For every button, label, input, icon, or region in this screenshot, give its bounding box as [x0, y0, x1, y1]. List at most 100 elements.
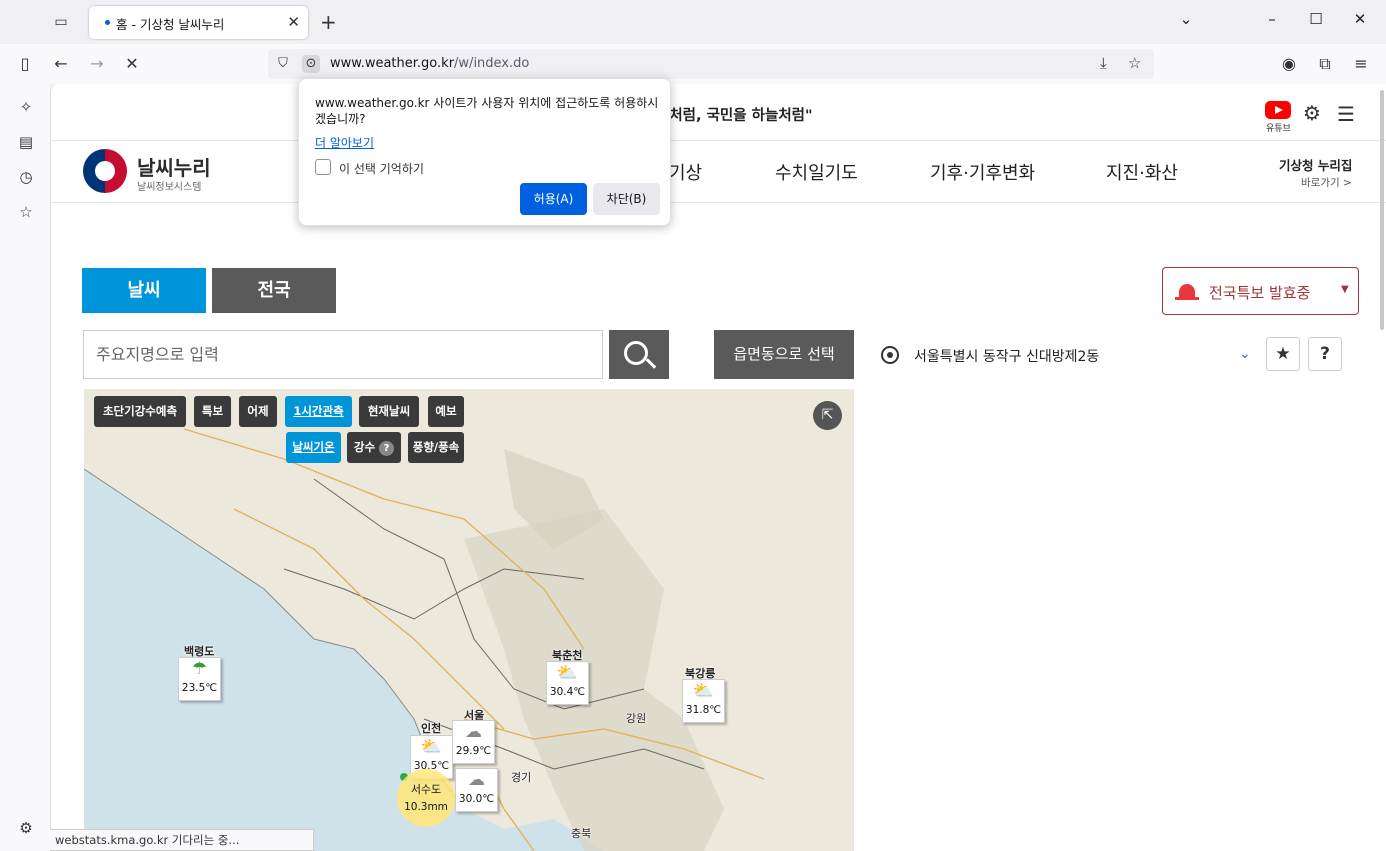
maximize-icon[interactable]: ☐ — [1306, 10, 1326, 28]
minimize-icon[interactable]: – — [1262, 10, 1282, 28]
new-tab-icon[interactable]: + — [320, 10, 337, 34]
search-button[interactable] — [609, 330, 669, 379]
youtube-label[interactable]: 유튜브 — [1266, 121, 1291, 134]
block-button[interactable]: 차단(B) — [593, 183, 660, 215]
map-chip-forecast[interactable]: 예보 — [428, 396, 464, 427]
kma-homepage-link[interactable]: 기상청 누리집 — [1279, 155, 1352, 174]
slogan: 구처럼, 국민을 하늘처럼" — [656, 108, 813, 124]
sun-cloud-icon: ⛅ — [556, 663, 579, 683]
top-strip: 구처럼, 국민을 하늘처럼" 유튜브 ⚙ ☰ — [51, 84, 1386, 141]
kma-logo-icon[interactable] — [83, 149, 127, 193]
close-window-icon[interactable]: ✕ — [1350, 10, 1370, 28]
web-page: 구처럼, 국민을 하늘처럼" 유튜브 ⚙ ☰ 날씨누리 날씨정보시스템 기상 수… — [50, 84, 1386, 851]
url-bar[interactable]: ⛉ ⊙ www.weather.go.kr/w/index.do ⤓ ☆ — [268, 49, 1154, 79]
main-nav: 날씨누리 날씨정보시스템 기상 수치일기도 기후·기후변화 지진·화산 기상청 … — [51, 141, 1386, 203]
umbrella-icon: ☂ — [191, 659, 208, 679]
tab-list-icon[interactable]: ▭ — [50, 11, 72, 33]
caret-down-icon: ▼ — [1341, 284, 1349, 295]
back-icon[interactable]: ← — [50, 53, 72, 75]
url-text[interactable]: www.weather.go.kr/w/index.do — [330, 56, 529, 71]
expand-map-icon[interactable]: ⇱ — [813, 401, 842, 430]
cloud-icon: ☁ — [468, 770, 485, 790]
kma-homepage-sub[interactable]: 바로가기 > — [1301, 175, 1352, 190]
siren-icon — [1175, 280, 1199, 300]
synced-tabs-icon[interactable]: ▤ — [16, 133, 36, 153]
loading-dot-icon — [105, 20, 110, 25]
page-scrollbar[interactable] — [1380, 90, 1384, 330]
allow-button[interactable]: 허용(A) — [520, 183, 587, 215]
bookmark-star-icon[interactable]: ☆ — [1128, 54, 1141, 72]
search-field[interactable] — [83, 330, 603, 379]
remember-checkbox[interactable] — [315, 159, 331, 175]
map-chip-yesterday[interactable]: 어제 — [239, 396, 277, 427]
weather-card[interactable]: ⛅ 30.4℃ — [546, 661, 589, 705]
browser-tabbar: ▭ 홈 - 기상청 날씨누리 ✕ + ⌄ – ☐ ✕ — [0, 0, 1386, 44]
forward-icon[interactable]: → — [86, 53, 108, 75]
nav-item-weather[interactable]: 기상 — [669, 159, 702, 185]
location-permission-popup: www.weather.go.kr 사이트가 사용자 위치에 접근하도록 허용하… — [298, 78, 671, 226]
map-chip-hourly-obs[interactable]: 1시간관측 — [285, 396, 352, 427]
tab-title: 홈 - 기상청 날씨누리 — [116, 17, 225, 32]
nav-item-earthquake[interactable]: 지진·화산 — [1106, 159, 1178, 185]
current-location-icon[interactable] — [881, 346, 899, 364]
browser-sidebar: ✧ ▤ ◷ ☆ ⚙ — [0, 84, 50, 851]
map-chip-current[interactable]: 현재날씨 — [359, 396, 419, 427]
map-chip-warning[interactable]: 특보 — [194, 396, 231, 427]
weather-map[interactable]: 초단기강수예측 특보 어제 1시간관측 현재날씨 예보 날씨기온 강수? 풍향/… — [84, 389, 854, 851]
close-tab-icon[interactable]: ✕ — [287, 13, 300, 31]
nav-item-climate[interactable]: 기후·기후변화 — [930, 159, 1035, 185]
weather-card[interactable]: ☁ 29.9℃ — [452, 720, 495, 764]
select-dong-button[interactable]: 읍면동으로 선택 — [714, 330, 854, 379]
place-label: 충북 — [571, 827, 592, 840]
map-chip-temperature[interactable]: 날씨기온 — [286, 432, 341, 463]
bookmarks-icon[interactable]: ☆ — [16, 203, 36, 223]
tab-weather[interactable]: 날씨 — [82, 268, 206, 313]
help-button[interactable]: ? — [1308, 337, 1342, 371]
place-label: 강원 — [626, 712, 647, 725]
download-icon[interactable]: ⤓ — [1100, 54, 1107, 72]
place-label: 경기 — [511, 771, 532, 784]
hamburger-menu-icon[interactable]: ☰ — [1337, 102, 1355, 126]
tracking-shield-icon[interactable]: ⛉ — [274, 55, 292, 73]
history-icon[interactable]: ◷ — [16, 168, 36, 188]
search-icon — [624, 341, 648, 365]
nav-item-nwp[interactable]: 수치일기도 — [775, 159, 858, 185]
location-text[interactable]: 서울특별시 동작구 신대방제2동 — [914, 346, 1099, 366]
favorite-star-icon[interactable]: ★ — [1266, 337, 1300, 371]
logo-subtitle: 날씨정보시스템 — [137, 182, 202, 193]
sun-cloud-icon: ⛅ — [692, 681, 715, 701]
weather-card[interactable]: ⛅ 31.8℃ — [682, 679, 725, 723]
logo-title[interactable]: 날씨누리 — [137, 152, 211, 181]
location-chevron-icon[interactable]: ⌄ — [1239, 346, 1251, 362]
location-permission-icon[interactable]: ⊙ — [302, 55, 320, 73]
status-bar: webstats.kma.go.kr 기다리는 중... — [50, 829, 314, 851]
map-chip-nowcast[interactable]: 초단기강수예측 — [94, 396, 186, 427]
map-chip-wind[interactable]: 풍향/풍속 — [408, 432, 464, 463]
settings-gear-icon[interactable]: ⚙ — [1303, 101, 1321, 125]
browser-navbar: ▯ ← → ✕ ⛉ ⊙ www.weather.go.kr/w/index.do… — [0, 44, 1386, 84]
national-warning-button[interactable]: 전국특보 발효중 ▼ — [1162, 267, 1359, 315]
wave-marker[interactable]: 서수도 10.3mm — [397, 769, 455, 827]
remember-label[interactable]: 이 선택 기억하기 — [339, 160, 424, 177]
tab-national[interactable]: 전국 — [212, 268, 336, 313]
permission-message: www.weather.go.kr 사이트가 사용자 위치에 접근하도록 허용하… — [315, 96, 659, 126]
weather-card[interactable]: ☂ 23.5℃ — [178, 657, 221, 701]
tab-overflow-chevron-icon[interactable]: ⌄ — [1176, 10, 1196, 28]
map-chip-precip[interactable]: 강수? — [347, 432, 401, 463]
place-label: 인천 — [421, 722, 442, 735]
sun-cloud-icon: ⛅ — [420, 737, 443, 757]
sidebar-settings-icon[interactable]: ⚙ — [16, 819, 36, 839]
extensions-icon[interactable]: ⧉ — [1314, 53, 1336, 75]
ai-chat-icon[interactable]: ✧ — [16, 98, 36, 118]
stop-loading-icon[interactable]: ✕ — [121, 53, 143, 75]
browser-tab-active[interactable]: 홈 - 기상청 날씨누리 ✕ — [89, 6, 308, 39]
youtube-icon[interactable] — [1265, 101, 1291, 119]
weather-card[interactable]: ☁ 30.0℃ — [455, 768, 498, 812]
app-menu-icon[interactable]: ≡ — [1350, 53, 1372, 75]
learn-more-link[interactable]: 더 알아보기 — [315, 134, 374, 151]
help-icon[interactable]: ? — [379, 441, 395, 456]
warning-label: 전국특보 발효중 — [1209, 284, 1311, 302]
account-icon[interactable]: ◉ — [1278, 53, 1300, 75]
sidebar-toggle-icon[interactable]: ▯ — [14, 53, 36, 75]
search-input[interactable] — [84, 331, 602, 378]
